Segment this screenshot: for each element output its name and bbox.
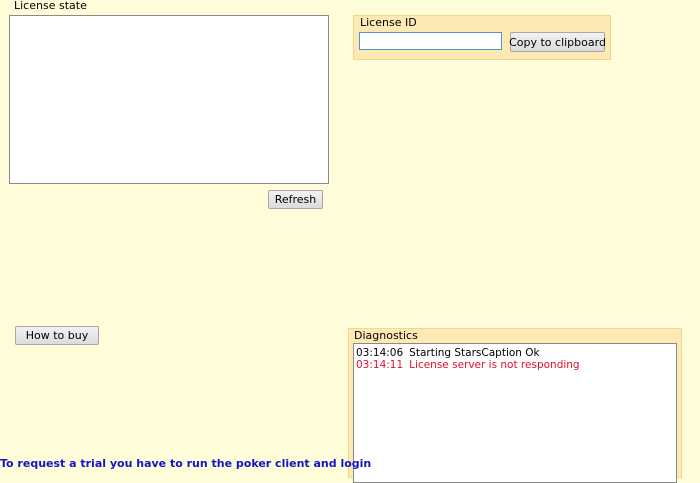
license-id-group: License ID Copy to clipboard xyxy=(353,15,611,60)
license-id-label: License ID xyxy=(360,16,417,29)
log-entry: 03:14:06 Starting StarsCaption Ok xyxy=(356,347,676,359)
license-id-input[interactable] xyxy=(359,32,502,50)
log-entry-time: 03:14:11 xyxy=(356,359,404,371)
log-entry-time: 03:14:06 xyxy=(356,347,404,359)
license-state-textbox[interactable] xyxy=(9,15,329,184)
trial-notice: To request a trial you have to run the p… xyxy=(0,457,372,470)
log-entry: 03:14:11 License server is not responding xyxy=(356,359,676,371)
log-entry-message: License server is not responding xyxy=(409,359,580,371)
how-to-buy-button[interactable]: How to buy xyxy=(15,326,99,345)
copy-to-clipboard-button[interactable]: Copy to clipboard xyxy=(509,32,606,52)
diagnostics-group: Diagnostics 03:14:06 Starting StarsCaptio… xyxy=(348,328,682,483)
log-entry-message: Starting StarsCaption Ok xyxy=(409,347,540,359)
diagnostics-label: Diagnostics xyxy=(354,329,418,342)
license-state-label: License state xyxy=(14,0,87,12)
diagnostics-log[interactable]: 03:14:06 Starting StarsCaption Ok 03:14:1… xyxy=(353,343,677,483)
refresh-button[interactable]: Refresh xyxy=(268,190,323,209)
